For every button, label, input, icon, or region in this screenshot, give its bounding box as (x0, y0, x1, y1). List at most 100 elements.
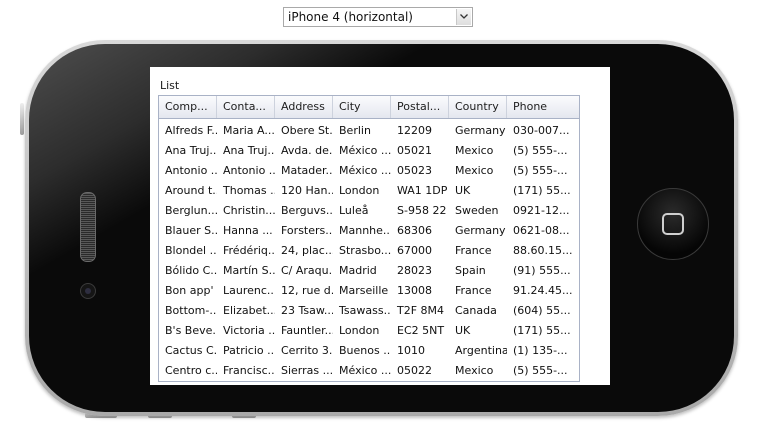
table-row[interactable]: Centro c... Francisc... Sierras ... México … (159, 361, 579, 381)
column-header-phone[interactable]: Phone (507, 96, 579, 118)
cell-company: Berglun... (165, 204, 217, 217)
cell-postal: 05021 (397, 144, 432, 157)
cell-country: Canada (455, 304, 497, 317)
cell-phone: (5) 555-... (513, 144, 568, 157)
cell-address: Sierras ... (281, 364, 333, 377)
cell-city: London (339, 324, 380, 337)
cell-postal: 05022 (397, 364, 432, 377)
data-grid[interactable]: Comp... Conta... Address City Postal... … (158, 95, 580, 382)
cell-company: Bon app' (165, 284, 214, 297)
column-header-postal[interactable]: Postal... (391, 96, 449, 118)
cell-phone: 0921-12... (513, 204, 570, 217)
column-header-address[interactable]: Address (275, 96, 333, 118)
cell-contact: Thomas ... (223, 184, 275, 197)
cell-company: Alfreds F... (165, 124, 217, 137)
cell-phone: (5) 555-... (513, 364, 568, 377)
cell-postal: 68306 (397, 224, 432, 237)
cell-company: B's Beve... (165, 324, 217, 337)
table-row[interactable]: Antonio ... Antonio ... Matader... México .… (159, 161, 579, 181)
dropdown-arrow-button[interactable] (456, 9, 471, 25)
side-switch (20, 103, 24, 135)
list-title: List (160, 79, 180, 92)
cell-postal: T2F 8M4 (397, 304, 445, 317)
device-select[interactable]: iPhone 4 (horizontal) (283, 7, 473, 27)
table-row[interactable]: Blauer S... Hanna ... Forsters... Mannhe...… (159, 221, 579, 241)
cell-country: Mexico (455, 364, 494, 377)
table-row[interactable]: Bottom-... Elizabet... 23 Tsaw... Tsawass..… (159, 301, 579, 321)
cell-city: México ... (339, 364, 391, 377)
cell-address: Avda. de... (281, 144, 333, 157)
table-row[interactable]: Ana Truj... Ana Truj... Avda. de... México … (159, 141, 579, 161)
cell-contact: Victoria ... (223, 324, 275, 337)
cell-company: Antonio ... (165, 164, 217, 177)
table-row[interactable]: B's Beve... Victoria ... Fauntler... London… (159, 321, 579, 341)
table-row[interactable]: Cactus C... Patricio ... Cerrito 3... Bueno… (159, 341, 579, 361)
cell-city: Strasbo... (339, 244, 391, 257)
table-row[interactable]: Around t... Thomas ... 120 Han... London WA1… (159, 181, 579, 201)
chevron-down-icon (460, 14, 468, 19)
table-row[interactable]: Alfreds F... Maria A... Obere St... Berlin 1… (159, 121, 579, 141)
cell-contact: Christin... (223, 204, 275, 217)
cell-address: C/ Araqu... (281, 264, 333, 277)
cell-company: Centro c... (165, 364, 217, 377)
cell-country: Sweden (455, 204, 499, 217)
cell-city: Buenos ... (339, 344, 391, 357)
cell-postal: EC2 5NT (397, 324, 445, 337)
cell-company: Cactus C... (165, 344, 217, 357)
cell-country: France (455, 284, 492, 297)
cell-contact: Antonio ... (223, 164, 275, 177)
table-row[interactable]: Blondel ... Frédériq... 24, plac... Strasbo… (159, 241, 579, 261)
column-header-company[interactable]: Comp... (159, 96, 217, 118)
table-row[interactable]: Bon app' Laurenc... 12, rue d... Marseille 1… (159, 281, 579, 301)
cell-postal: 1010 (397, 344, 425, 357)
cell-address: Fauntler... (281, 324, 333, 337)
cell-company: Blondel ... (165, 244, 217, 257)
column-header-city[interactable]: City (333, 96, 391, 118)
cell-city: Marseille (339, 284, 389, 297)
cell-address: Cerrito 3... (281, 344, 333, 357)
cell-country: Mexico (455, 144, 494, 157)
cell-phone: (604) 55... (513, 304, 571, 317)
column-header-country[interactable]: Country (449, 96, 507, 118)
cell-city: Madrid (339, 264, 377, 277)
cell-phone: 91.24.45... (513, 284, 573, 297)
speaker-grille-icon (80, 192, 96, 262)
cell-phone: (171) 55... (513, 324, 571, 337)
cell-country: UK (455, 324, 471, 337)
cell-country: France (455, 244, 492, 257)
cell-country: Argentina (455, 344, 507, 357)
front-camera-icon (80, 283, 96, 299)
column-header-contact[interactable]: Conta... (217, 96, 275, 118)
cell-phone: (1) 135-... (513, 344, 568, 357)
cell-address: 24, plac... (281, 244, 333, 257)
cell-company: Blauer S... (165, 224, 217, 237)
table-row[interactable]: Bólido C... Martín S... C/ Araqu... Madrid 2… (159, 261, 579, 281)
cell-postal: 05023 (397, 164, 432, 177)
cell-phone: 030-007... (513, 124, 570, 137)
cell-phone: 88.60.15... (513, 244, 573, 257)
cell-contact: Elizabet... (223, 304, 275, 317)
cell-country: Germany (455, 224, 506, 237)
device-select-value: iPhone 4 (horizontal) (288, 10, 413, 24)
home-button[interactable] (637, 188, 709, 260)
cell-postal: 28023 (397, 264, 432, 277)
cell-contact: Hanna ... (223, 224, 273, 237)
cell-country: UK (455, 184, 471, 197)
cell-contact: Laurenc... (223, 284, 275, 297)
cell-city: Tsawass... (339, 304, 391, 317)
cell-contact: Ana Truj... (223, 144, 275, 157)
cell-country: Germany (455, 124, 506, 137)
cell-postal: WA1 1DP (397, 184, 448, 197)
cell-phone: (5) 555-... (513, 164, 568, 177)
cell-city: Berlin (339, 124, 371, 137)
cell-address: Matader... (281, 164, 333, 177)
cell-postal: 13008 (397, 284, 432, 297)
cell-city: Mannhe... (339, 224, 391, 237)
cell-country: Mexico (455, 164, 494, 177)
cell-phone: (171) 55... (513, 184, 571, 197)
cell-city: London (339, 184, 380, 197)
grid-header: Comp... Conta... Address City Postal... … (159, 96, 579, 119)
table-row[interactable]: Berglun... Christin... Berguvs... Luleå S-95… (159, 201, 579, 221)
cell-city: México ... (339, 144, 391, 157)
cell-contact: Martín S... (223, 264, 275, 277)
